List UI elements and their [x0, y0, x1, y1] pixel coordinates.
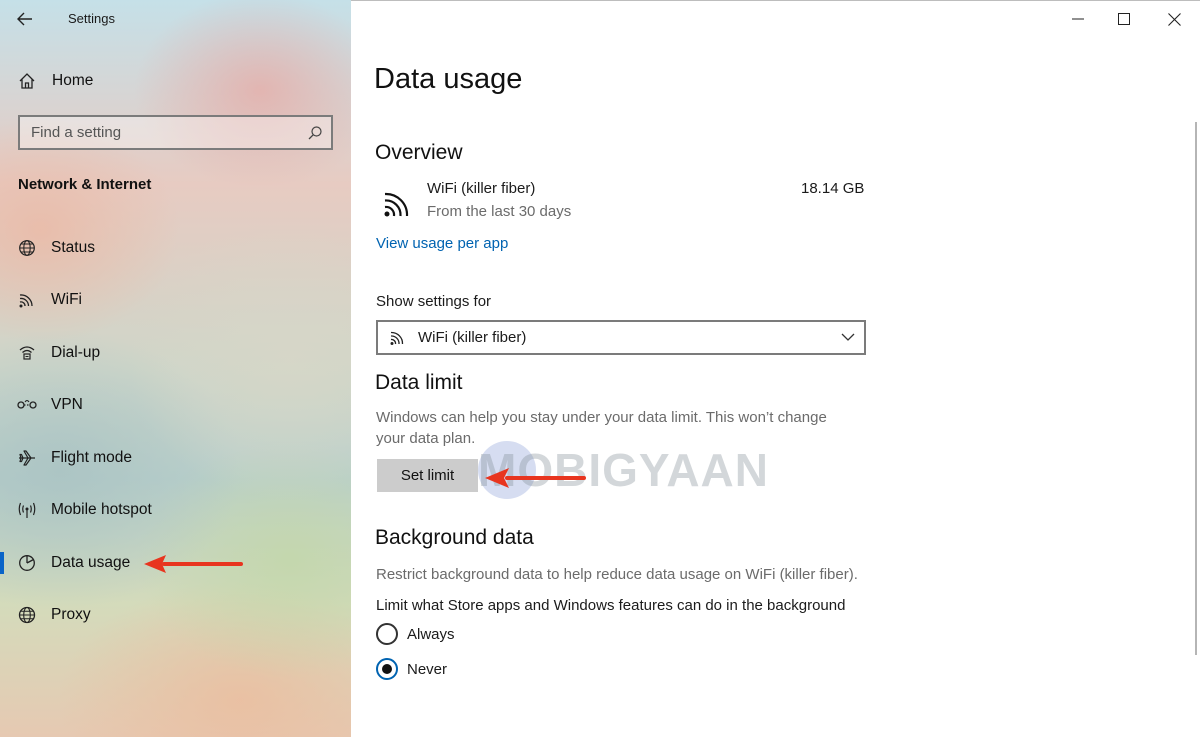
close-button[interactable] — [1151, 4, 1197, 34]
scrollbar[interactable] — [1195, 122, 1197, 655]
radio-option-never[interactable]: Never — [376, 656, 447, 682]
background-data-description: Restrict background data to help reduce … — [376, 566, 858, 583]
usage-amount: 18.14 GB — [801, 180, 865, 197]
hotspot-icon — [17, 500, 37, 520]
maximize-button[interactable] — [1101, 4, 1147, 34]
sidebar-item-home[interactable]: Home — [0, 61, 351, 101]
search-input[interactable] — [20, 117, 290, 148]
sidebar-item-label: Mobile hotspot — [51, 501, 152, 518]
minimize-button[interactable] — [1055, 4, 1101, 34]
dialup-icon — [17, 343, 37, 363]
background-data-heading: Background data — [375, 526, 534, 549]
sidebar-item-label: VPN — [51, 396, 83, 413]
sidebar-item-vpn[interactable]: VPN — [0, 385, 351, 425]
window-title: Settings — [68, 11, 115, 26]
sidebar: Settings Home Network & Internet Status … — [0, 0, 351, 737]
sidebar-item-label: Dial-up — [51, 344, 101, 361]
globe-icon — [17, 605, 37, 625]
page-title: Data usage — [374, 63, 523, 95]
minimize-icon — [1072, 18, 1084, 20]
show-settings-label: Show settings for — [376, 293, 492, 310]
radio-button[interactable] — [376, 658, 398, 680]
airplane-icon — [17, 448, 37, 468]
sidebar-item-label: Status — [51, 239, 95, 256]
back-arrow-icon[interactable] — [14, 8, 38, 30]
radio-option-always[interactable]: Always — [376, 621, 455, 647]
usage-period: From the last 30 days — [427, 203, 572, 220]
view-usage-per-app-link[interactable]: View usage per app — [376, 235, 508, 252]
chevron-down-icon — [840, 330, 856, 344]
overview-heading: Overview — [375, 141, 463, 164]
sidebar-item-label: WiFi — [51, 291, 82, 308]
pie-chart-icon — [17, 553, 37, 573]
window-top-border — [351, 0, 1200, 1]
wifi-icon — [383, 188, 413, 218]
annotation-arrow-data-usage — [144, 555, 243, 573]
search-icon[interactable] — [307, 125, 323, 141]
vpn-icon — [17, 395, 37, 415]
section-header: Network & Internet — [18, 176, 152, 193]
data-limit-heading: Data limit — [375, 371, 463, 394]
sidebar-item-mobile-hotspot[interactable]: Mobile hotspot — [0, 490, 351, 530]
radio-label: Never — [407, 660, 448, 678]
annotation-arrow-set-limit — [485, 468, 586, 488]
dropdown-value: WiFi (killer fiber) — [418, 329, 527, 346]
main-content: Data usage Overview WiFi (killer fiber) … — [351, 0, 1200, 737]
network-name: WiFi (killer fiber) — [427, 180, 536, 197]
wifi-icon — [389, 330, 407, 346]
maximize-icon — [1118, 13, 1130, 25]
sidebar-item-status[interactable]: Status — [0, 228, 351, 268]
background-limit-question: Limit what Store apps and Windows featur… — [376, 597, 846, 614]
sidebar-item-label: Home — [52, 72, 94, 89]
search-box[interactable] — [18, 115, 333, 150]
radio-label: Always — [407, 625, 455, 643]
network-dropdown[interactable]: WiFi (killer fiber) — [376, 320, 866, 355]
wifi-icon — [17, 290, 37, 310]
sidebar-item-wifi[interactable]: WiFi — [0, 280, 351, 320]
data-limit-description: Windows can help you stay under your dat… — [376, 409, 827, 447]
sidebar-item-label: Proxy — [51, 606, 91, 623]
sidebar-item-label: Data usage — [51, 554, 131, 571]
set-limit-button[interactable]: Set limit — [377, 459, 478, 492]
sidebar-item-flight-mode[interactable]: Flight mode — [0, 438, 351, 478]
globe-status-icon — [17, 238, 37, 258]
sidebar-item-label: Flight mode — [51, 449, 132, 466]
sidebar-item-dialup[interactable]: Dial-up — [0, 333, 351, 373]
sidebar-item-proxy[interactable]: Proxy — [0, 595, 351, 635]
home-icon — [17, 71, 37, 91]
radio-button[interactable] — [376, 623, 398, 645]
close-icon — [1167, 12, 1181, 26]
